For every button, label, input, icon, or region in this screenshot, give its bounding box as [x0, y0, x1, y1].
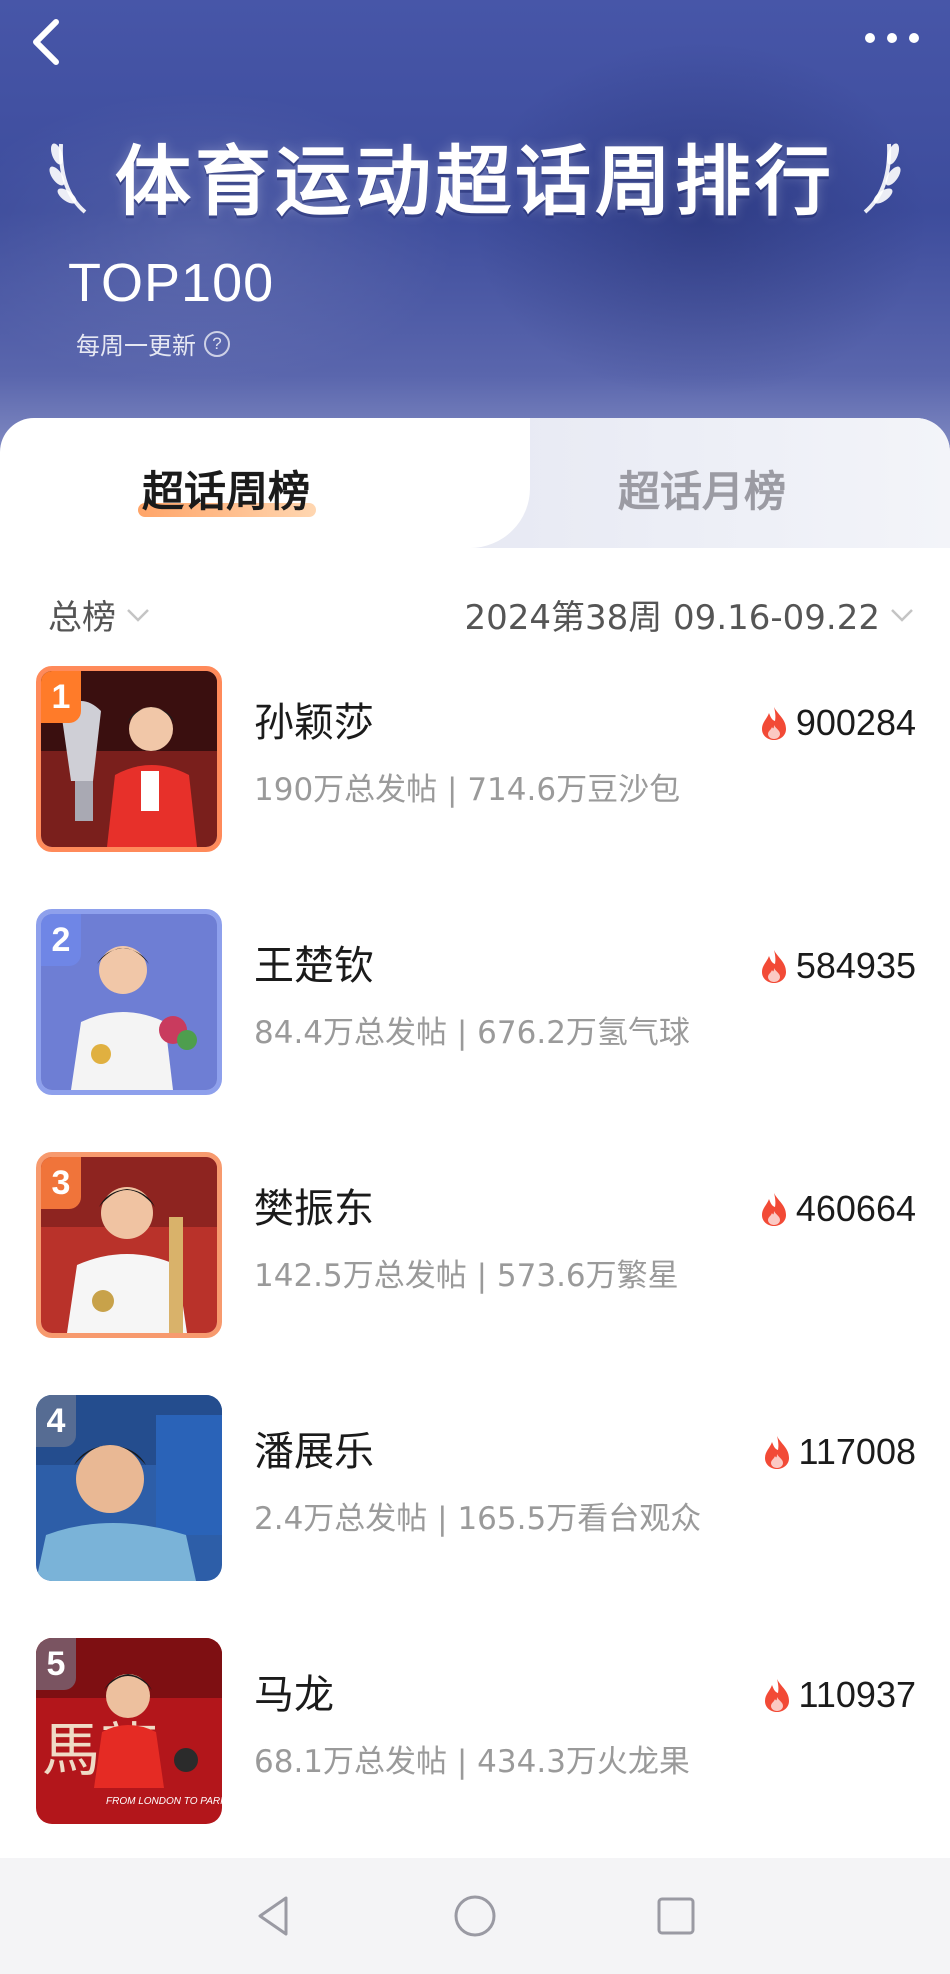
category-label: 总榜 — [48, 598, 116, 638]
athlete-name: 王楚钦 — [254, 943, 374, 989]
system-nav-bar — [0, 1858, 950, 1974]
heat-value: 460664 — [795, 1188, 916, 1229]
heat-value: 900284 — [795, 702, 916, 743]
athlete-name: 马龙 — [254, 1672, 334, 1718]
update-info: 每周一更新 ? — [76, 326, 230, 361]
avatar: 馬龍 FROM LONDON TO PARIS 5 — [36, 1638, 222, 1824]
heat-score: 460664 — [758, 1188, 916, 1230]
laurel-right-icon — [863, 143, 901, 214]
thumb-caption: FROM LONDON TO PARIS — [106, 1796, 222, 1807]
circle-home-icon[interactable] — [451, 1892, 499, 1940]
list-item[interactable]: 4 潘展乐 2.4万总发帖 | 165.5万看台观众 117008 — [0, 1395, 950, 1638]
chevron-left-icon — [33, 19, 59, 65]
heat-value: 110937 — [798, 1674, 916, 1715]
flame-icon — [761, 1193, 786, 1226]
flame-icon — [761, 707, 786, 740]
avatar: 4 — [36, 1395, 222, 1581]
filter-row: 总榜 2024第38周 09.16-09.22 — [0, 590, 950, 640]
athlete-stats: 190万总发帖 | 714.6万豆沙包 — [254, 772, 681, 808]
flame-icon — [761, 950, 786, 983]
category-dropdown[interactable]: 总榜 — [48, 590, 152, 639]
rank-badge: 2 — [41, 914, 81, 966]
athlete-name: 孙颖莎 — [254, 700, 374, 746]
chevron-down-icon — [127, 608, 149, 622]
heat-value: 584935 — [795, 945, 916, 986]
tab-weekly[interactable]: 超话周榜 — [138, 458, 317, 519]
list-item[interactable]: 1 孙颖莎 190万总发帖 | 714.6万豆沙包 900284 — [0, 666, 950, 909]
ranking-list: 1 孙颖莎 190万总发帖 | 714.6万豆沙包 900284 2 王楚钦 8… — [0, 666, 950, 1858]
heat-score: 900284 — [758, 702, 916, 744]
tab-weekly-label: 超话周榜 — [142, 467, 311, 516]
athlete-name: 潘展乐 — [254, 1429, 374, 1475]
page-title: 体育运动超话周排行 — [115, 137, 835, 226]
heat-score: 584935 — [758, 945, 916, 987]
athlete-stats: 142.5万总发帖 | 573.6万繁星 — [254, 1258, 679, 1294]
list-item[interactable]: 馬龍 FROM LONDON TO PARIS 5 马龙 68.1万总发帖 | … — [0, 1638, 950, 1858]
list-item[interactable]: 3 樊振东 142.5万总发帖 | 573.6万繁星 460664 — [0, 1152, 950, 1395]
athlete-stats: 84.4万总发帖 | 676.2万氢气球 — [254, 1015, 690, 1051]
rank-badge: 1 — [41, 671, 81, 723]
athlete-stats: 68.1万总发帖 | 434.3万火龙果 — [254, 1744, 690, 1780]
flame-icon — [764, 1436, 789, 1469]
period-label: 2024第38周 09.16-09.22 — [464, 598, 880, 638]
list-item[interactable]: 2 王楚钦 84.4万总发帖 | 676.2万氢气球 584935 — [0, 909, 950, 1152]
rank-badge: 3 — [41, 1157, 81, 1209]
avatar: 2 — [36, 909, 222, 1095]
square-recent-icon[interactable] — [652, 1892, 700, 1940]
top100-label: TOP100 — [68, 253, 275, 313]
title-row: 体育运动超话周排行 — [0, 120, 950, 230]
header-banner: 体育运动超话周排行 TOP100 每周一更新 ? — [0, 0, 950, 470]
more-dots-icon — [865, 33, 919, 43]
heat-value: 117008 — [798, 1431, 916, 1472]
rank-badge: 4 — [36, 1395, 76, 1447]
back-button[interactable] — [24, 14, 72, 70]
avatar: 1 — [36, 666, 222, 852]
heat-score: 117008 — [761, 1431, 916, 1473]
avatar: 3 — [36, 1152, 222, 1338]
tab-monthly[interactable]: 超话月榜 — [618, 458, 786, 519]
update-text: 每周一更新 — [76, 332, 196, 360]
flame-icon — [764, 1679, 789, 1712]
rank-badge: 5 — [36, 1638, 76, 1690]
tab-bar: 超话周榜 超话月榜 — [0, 418, 950, 548]
ranking-card: 超话周榜 超话月榜 总榜 2024第38周 09.16-09.22 1 孙颖莎 … — [0, 418, 950, 1858]
triangle-back-icon[interactable] — [250, 1892, 298, 1940]
tab-monthly-label: 超话月榜 — [618, 467, 787, 516]
period-dropdown[interactable]: 2024第38周 09.16-09.22 — [464, 590, 916, 639]
heat-score: 110937 — [761, 1674, 916, 1716]
chevron-down-icon — [891, 608, 913, 622]
athlete-name: 樊振东 — [254, 1186, 374, 1232]
more-button[interactable] — [860, 20, 924, 56]
athlete-stats: 2.4万总发帖 | 165.5万看台观众 — [254, 1501, 702, 1537]
laurel-left-icon — [49, 143, 87, 214]
question-circle-icon[interactable]: ? — [204, 330, 230, 357]
